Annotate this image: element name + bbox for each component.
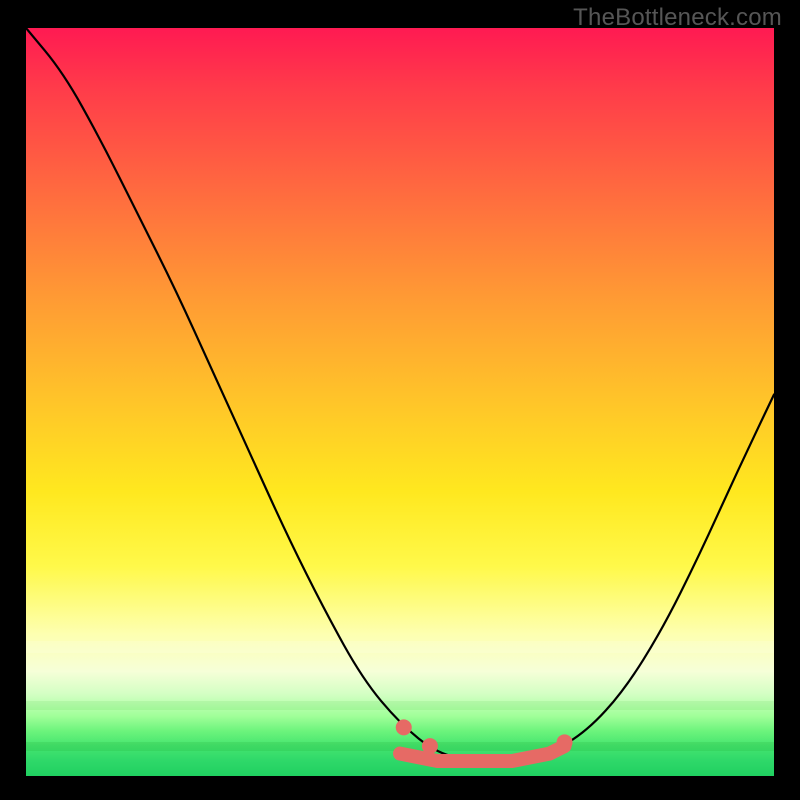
- highlight-dot: [396, 719, 412, 735]
- highlight-dot: [422, 738, 438, 754]
- bottleneck-curve: [26, 28, 774, 761]
- watermark-text: TheBottleneck.com: [573, 4, 782, 32]
- highlight-dot: [557, 734, 573, 750]
- chart-frame: TheBottleneck.com: [0, 0, 800, 800]
- plot-area: [26, 28, 774, 776]
- curve-layer: [26, 28, 774, 776]
